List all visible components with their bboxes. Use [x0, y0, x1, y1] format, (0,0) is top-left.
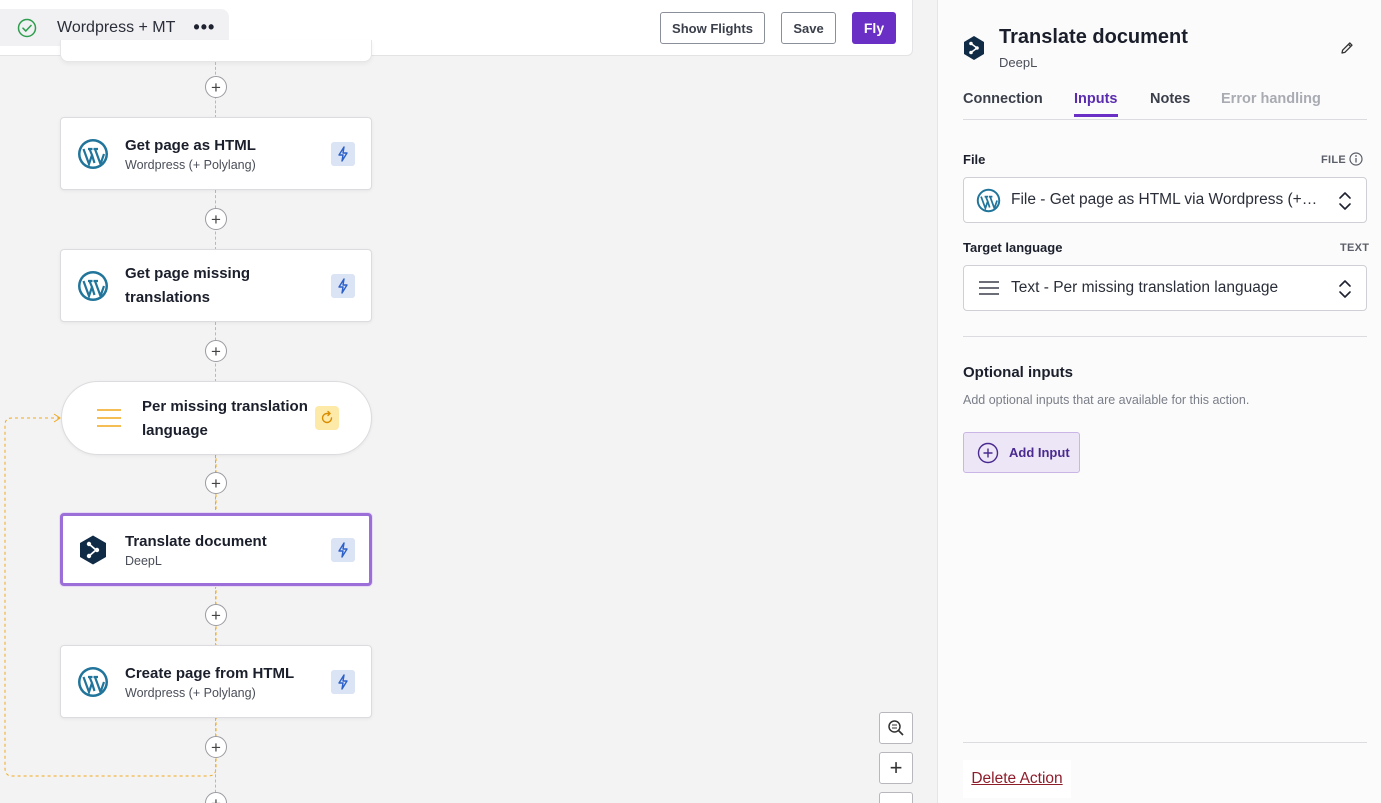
lightning-icon: [331, 670, 355, 694]
show-flights-button[interactable]: Show Flights: [660, 12, 765, 44]
add-step-button[interactable]: +: [205, 604, 227, 626]
wordpress-icon: [976, 188, 1001, 213]
target-language-select[interactable]: Text - Per missing translation language: [963, 265, 1367, 311]
lightning-icon: [331, 274, 355, 298]
add-input-label: Add Input: [1009, 445, 1070, 460]
tab-notes[interactable]: Notes: [1150, 91, 1190, 107]
list-lines-icon: [976, 276, 1001, 301]
file-field-label: File: [963, 152, 986, 167]
plus-circle-icon: [977, 442, 999, 463]
node-loop-per-missing-translation-language[interactable]: Per missing translation language: [61, 381, 372, 455]
loop-connector: [4, 410, 217, 777]
file-select[interactable]: File - Get page as HTML via Wordpress (+…: [963, 177, 1367, 223]
chevron-updown-icon: [1339, 192, 1351, 210]
delete-action-button[interactable]: Delete Action: [963, 760, 1071, 798]
tab-inputs[interactable]: Inputs: [1074, 91, 1118, 117]
panel-subtitle: DeepL: [999, 55, 1038, 70]
check-circle-icon: [17, 18, 37, 37]
loop-icon: [315, 406, 339, 430]
section-divider: [963, 742, 1367, 743]
tab-error-handling: Error handling: [1221, 91, 1321, 107]
target-language-label: Target language: [963, 240, 1063, 255]
node-title: Translate document: [125, 533, 267, 550]
node-get-page-as-html[interactable]: Get page as HTML Wordpress (+ Polylang): [60, 117, 372, 190]
add-step-button[interactable]: +: [205, 340, 227, 362]
node-subtitle: Wordpress (+ Polylang): [125, 158, 256, 172]
zoom-out-button[interactable]: [879, 792, 913, 803]
section-divider: [963, 336, 1367, 337]
more-options-icon[interactable]: •••: [193, 17, 215, 38]
deepl-icon: [80, 535, 106, 565]
target-language-value: Text - Per missing translation language: [1011, 279, 1279, 296]
optional-inputs-title: Optional inputs: [963, 364, 1073, 381]
add-step-button[interactable]: +: [205, 208, 227, 230]
optional-inputs-description: Add optional inputs that are available f…: [963, 393, 1250, 407]
chevron-updown-icon: [1339, 280, 1351, 298]
node-subtitle: Wordpress (+ Polylang): [125, 686, 256, 700]
node-subtitle: DeepL: [125, 554, 162, 568]
info-icon[interactable]: [1349, 152, 1363, 166]
pencil-icon: [1341, 42, 1353, 54]
wordpress-icon: [78, 667, 108, 697]
node-get-page-missing-translations[interactable]: Get page missing translations: [60, 249, 372, 322]
node-title: Per missing translation language: [142, 398, 308, 439]
node-title: Get page missing translations: [125, 265, 251, 306]
panel-tabs: Connection Inputs Notes Error handling: [963, 88, 1367, 120]
add-input-button[interactable]: Add Input: [963, 432, 1080, 473]
save-button[interactable]: Save: [781, 12, 836, 44]
node-create-page-from-html[interactable]: Create page from HTML Wordpress (+ Polyl…: [60, 645, 372, 718]
node-title: Get page as HTML: [125, 137, 256, 154]
lightning-icon: [331, 538, 355, 562]
add-step-button[interactable]: +: [205, 736, 227, 758]
flow-name: Wordpress + MT: [57, 18, 176, 36]
add-step-button[interactable]: +: [205, 472, 227, 494]
file-select-value: File - Get page as HTML via Wordpress (+…: [1011, 191, 1321, 208]
deepl-icon: [964, 36, 984, 60]
lightning-icon: [331, 142, 355, 166]
zoom-fit-icon: [888, 720, 904, 736]
file-field-type: FILE: [1321, 154, 1347, 166]
add-step-button[interactable]: +: [205, 76, 227, 98]
tab-connection[interactable]: Connection: [963, 91, 1043, 107]
action-panel: Translate document DeepL Connection Inpu…: [937, 0, 1381, 803]
edit-button[interactable]: [1334, 35, 1360, 61]
target-language-type: TEXT: [1340, 242, 1370, 254]
wordpress-icon: [78, 271, 108, 301]
add-step-button[interactable]: +: [205, 792, 227, 803]
node-translate-document[interactable]: Translate document DeepL: [60, 513, 372, 586]
node-title: Create page from HTML: [125, 665, 295, 682]
zoom-in-button[interactable]: +: [879, 752, 913, 784]
fly-button[interactable]: Fly: [852, 12, 896, 44]
previous-node-edge: [60, 40, 372, 62]
zoom-fit-button[interactable]: [879, 712, 913, 744]
flow-canvas[interactable]: Wordpress + MT ••• Show Flights Save Fly…: [0, 0, 937, 803]
connector-line: [215, 718, 216, 803]
wordpress-icon: [78, 139, 108, 169]
list-lines-icon: [97, 409, 121, 427]
panel-title: Translate document: [999, 26, 1188, 48]
